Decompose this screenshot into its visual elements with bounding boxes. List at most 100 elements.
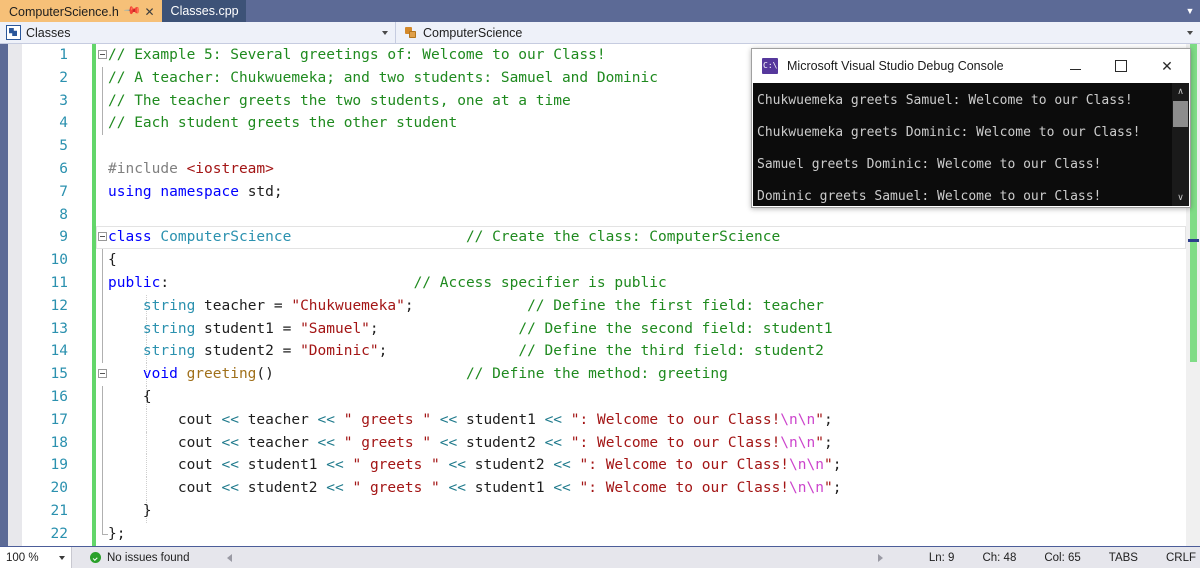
outlining-margin[interactable] [98, 249, 108, 272]
console-title-bar[interactable]: Microsoft Visual Studio Debug Console ✕ [752, 49, 1190, 83]
outlining-margin[interactable] [98, 181, 108, 204]
outlining-margin[interactable] [98, 522, 108, 546]
code-token: " [823, 457, 833, 474]
h-scroll-right-arrow-icon[interactable] [877, 553, 883, 562]
cmd-icon [762, 58, 778, 74]
scrollbar-caret-marker [1188, 239, 1199, 242]
code-token: << [544, 434, 563, 451]
outlining-margin[interactable] [98, 408, 108, 432]
outlining-margin[interactable] [98, 499, 108, 523]
code-token: cout [108, 480, 222, 497]
code-token: // Define the second field: student1 [518, 320, 833, 337]
pin-icon[interactable]: 📌 [123, 2, 141, 20]
code-token: \n\n [780, 434, 816, 451]
maximize-button[interactable] [1098, 49, 1144, 83]
code-line[interactable]: 10 { [0, 249, 1200, 272]
line-number: 2 [59, 69, 68, 86]
outlining-margin[interactable] [98, 431, 108, 455]
tab-classes-cpp[interactable]: Classes.cpp [161, 0, 246, 22]
line-change-indicator [92, 66, 96, 90]
code-token: #include [108, 160, 187, 177]
chevron-down-icon[interactable] [1187, 30, 1193, 35]
outlining-margin[interactable] [98, 317, 108, 341]
debug-console-window[interactable]: Microsoft Visual Studio Debug Console ✕ … [751, 48, 1191, 208]
outlining-margin[interactable] [98, 135, 108, 158]
outlining-margin[interactable] [98, 340, 108, 364]
close-icon[interactable]: ✕ [144, 6, 154, 18]
line-change-indicator [92, 340, 96, 364]
minimize-button[interactable] [1052, 49, 1098, 83]
console-output-area[interactable]: Chukwuemeka greets Samuel: Welcome to ou… [753, 83, 1189, 206]
code-line-text: } [108, 500, 152, 523]
code-line[interactable]: 22}; [0, 522, 1200, 546]
zoom-level-dropdown[interactable]: 100 % [0, 547, 72, 568]
outlining-margin[interactable] [98, 294, 108, 318]
console-output-text: Chukwuemeka greets Samuel: Welcome to ou… [757, 85, 1171, 206]
code-token: << [221, 480, 239, 497]
outlining-margin[interactable] [98, 66, 108, 90]
outlining-margin[interactable] [98, 477, 108, 500]
outlining-margin[interactable] [98, 204, 108, 227]
line-change-indicator [92, 499, 96, 523]
code-line[interactable]: 11 public: // Access specifier is public [0, 271, 1200, 295]
collapse-toggle-icon[interactable] [98, 232, 107, 242]
outlining-margin[interactable] [98, 385, 108, 409]
code-token: << [326, 457, 344, 474]
line-change-indicator [92, 44, 96, 67]
outlining-margin[interactable] [98, 89, 108, 113]
outlining-vertical-line [102, 408, 103, 432]
status-tabs[interactable]: TABS [1095, 552, 1152, 564]
tab-overflow-chevron-down-icon[interactable]: ▼ [1180, 0, 1200, 22]
outlining-vertical-line [102, 522, 108, 535]
code-line[interactable]: 19 cout << student1 << " greets " << stu… [0, 454, 1200, 478]
scroll-up-icon[interactable]: ∧ [1172, 83, 1189, 100]
code-line-text: cout << student2 << " greets " << studen… [108, 477, 842, 500]
line-number: 22 [50, 525, 68, 542]
chevron-down-icon[interactable] [382, 30, 388, 35]
code-line[interactable]: 13 string student1 = "Samuel"; // Define… [0, 317, 1200, 341]
scrollbar-thumb[interactable] [1173, 101, 1188, 127]
line-number: 14 [50, 343, 68, 360]
collapse-toggle-icon[interactable] [98, 369, 107, 379]
code-line[interactable]: 12 string teacher = "Chukwuemeka"; // De… [0, 294, 1200, 318]
code-token: string [142, 320, 196, 337]
collapse-toggle-icon[interactable] [98, 50, 107, 59]
code-line[interactable]: 20 cout << student2 << " greets " << stu… [0, 477, 1200, 500]
code-line[interactable]: 15 void greeting() // Define the method:… [0, 363, 1200, 386]
code-line[interactable]: 14 string student2 = "Dominic"; // Defin… [0, 340, 1200, 364]
code-token: void [142, 366, 187, 383]
code-line[interactable]: 9 class ComputerScience // Create the cla… [0, 226, 1200, 250]
line-change-indicator [92, 385, 96, 409]
scope-dropdown-classes[interactable]: Classes [0, 22, 396, 43]
member-dropdown-computerscience[interactable]: ComputerScience [396, 22, 1200, 43]
code-token: " greets " [343, 434, 432, 451]
outlining-margin[interactable] [98, 363, 108, 386]
outlining-margin[interactable] [98, 454, 108, 478]
status-line-ending[interactable]: CRLF [1152, 552, 1200, 564]
code-token: // The teacher greets the two students, … [108, 92, 571, 109]
code-line[interactable]: 16 { [0, 385, 1200, 409]
outlining-margin[interactable] [98, 226, 108, 249]
code-token: // Define the method: greeting [465, 366, 728, 383]
close-icon[interactable]: ✕ [1144, 49, 1190, 83]
outlining-margin[interactable] [98, 112, 108, 136]
code-token: << [221, 411, 239, 428]
code-token: \n\n [780, 411, 816, 428]
code-line[interactable]: 18 cout << teacher << " greets " << stud… [0, 431, 1200, 455]
tab-computerscience-h[interactable]: ComputerScience.h 📌 ✕ [0, 0, 162, 22]
chevron-down-icon[interactable] [59, 555, 65, 560]
scroll-down-icon[interactable]: ∨ [1172, 189, 1189, 206]
code-line[interactable]: 21 } [0, 499, 1200, 523]
outlining-margin[interactable] [98, 271, 108, 295]
outlining-margin[interactable] [98, 44, 108, 67]
outlining-margin[interactable] [98, 158, 108, 181]
code-line[interactable]: 17 cout << teacher << " greets " << stud… [0, 408, 1200, 432]
tab-label: Classes.cpp [170, 4, 239, 18]
console-scrollbar[interactable]: ∧ ∨ [1172, 83, 1189, 206]
h-scroll-left-arrow-icon[interactable] [227, 553, 233, 562]
issues-status[interactable]: No issues found [90, 552, 189, 564]
